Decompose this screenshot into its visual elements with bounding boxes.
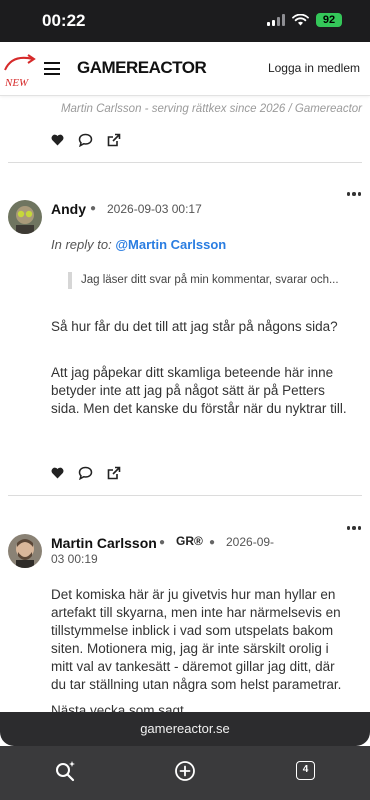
separator-dot: ● <box>159 537 166 548</box>
reply-mention-link[interactable]: @Martin Carlsson <box>115 237 226 252</box>
menu-icon[interactable] <box>44 62 60 75</box>
comment-timestamp-continued: 03 00:19 <box>51 552 98 566</box>
comment-paragraph: Nästa vecka som sagt <box>51 703 184 712</box>
comment-timestamp: 2026-09- <box>226 535 275 549</box>
cellular-signal-icon <box>267 14 285 26</box>
comment-icon[interactable] <box>78 133 93 147</box>
address-bar[interactable]: gamereactor.se <box>0 712 370 746</box>
comment-author[interactable]: Martin Carlsson <box>51 535 157 551</box>
separator-dot: ● <box>90 203 97 214</box>
comment-actions <box>51 466 121 480</box>
more-options-icon[interactable] <box>346 192 361 196</box>
add-tab-icon[interactable] <box>173 759 197 783</box>
search-sparkle-icon[interactable] <box>53 759 77 783</box>
comment-paragraph: Så hur får du det till att jag står på n… <box>51 319 338 334</box>
separator-dot: ● <box>209 537 216 548</box>
battery-indicator: 92 <box>316 13 342 27</box>
new-badge-label: NEW <box>4 77 29 89</box>
comment-icon[interactable] <box>78 466 93 480</box>
browser-toolbar: 4 <box>0 746 370 800</box>
gr-staff-badge: GR® <box>176 534 203 548</box>
tab-count-button[interactable]: 4 <box>296 761 315 780</box>
site-header: NEW GAMEREACTOR Logga in medlem <box>0 42 370 96</box>
quoted-comment: Jag läser ditt svar på min kommentar, sv… <box>68 272 346 289</box>
comment-author[interactable]: Andy <box>51 201 86 217</box>
like-icon[interactable] <box>51 467 64 479</box>
comment-paragraph: Att jag påpekar ditt skamliga beteende h… <box>51 365 347 416</box>
status-time: 00:22 <box>42 11 86 30</box>
comment-actions <box>51 133 121 147</box>
avatar[interactable] <box>8 534 42 568</box>
comment-divider <box>8 162 362 163</box>
avatar[interactable] <box>8 200 42 234</box>
comment-divider <box>8 495 362 496</box>
share-icon[interactable] <box>107 466 121 480</box>
status-indicators: 92 <box>267 13 342 27</box>
comment-timestamp: 2026-09-03 00:17 <box>107 202 202 216</box>
comments-feed: Martin Carlsson - serving rättkex since … <box>0 96 370 712</box>
reply-label: In reply to: <box>51 237 112 252</box>
comment-paragraph: Det komiska här är ju givetvis hur man h… <box>51 587 342 692</box>
more-options-icon[interactable] <box>346 526 361 530</box>
login-link[interactable]: Logga in medlem <box>268 61 360 75</box>
comment-signature: Martin Carlsson - serving rättkex since … <box>60 103 362 115</box>
site-logo[interactable]: GAMEREACTOR <box>77 58 207 78</box>
new-badge-icon[interactable]: NEW <box>2 50 38 92</box>
wifi-icon <box>292 14 309 26</box>
reply-reference: In reply to: @Martin Carlsson <box>51 237 226 252</box>
status-bar: 00:22 92 <box>0 0 370 42</box>
share-icon[interactable] <box>107 133 121 147</box>
like-icon[interactable] <box>51 134 64 146</box>
